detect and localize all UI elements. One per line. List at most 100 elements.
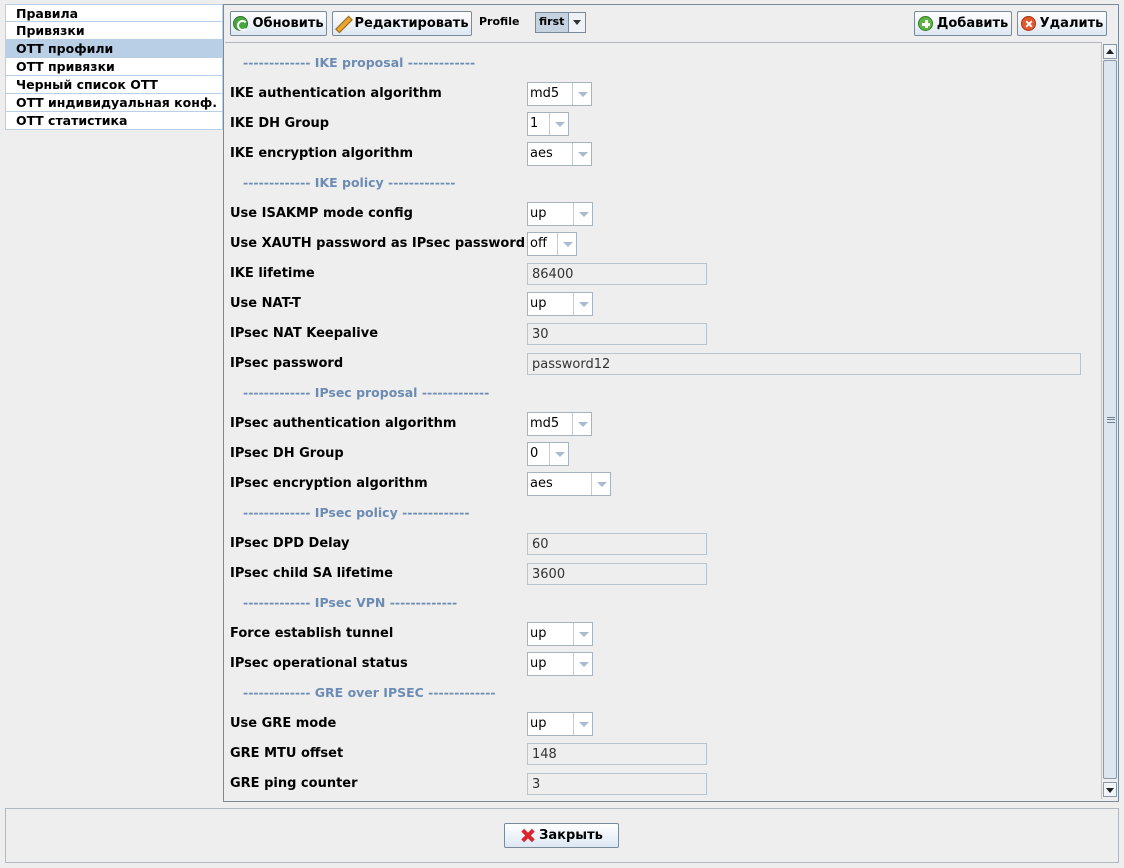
chevron-down-icon[interactable] xyxy=(557,233,576,255)
form-row-ike-dh: IKE DH Group 1 xyxy=(230,112,1090,136)
ike-enc-select[interactable]: aes xyxy=(527,142,592,166)
sidebar-item-ott-blacklist[interactable]: Черный список ОТТ xyxy=(5,76,223,94)
scroll-down-arrow-icon[interactable] xyxy=(1103,782,1117,797)
add-button-label: Добавить xyxy=(936,16,1009,31)
ipsec-auth-label: IPsec authentication algorithm xyxy=(230,416,457,431)
gre-mode-select[interactable]: up xyxy=(527,712,593,736)
section-header-ike-policy: ------------- IKE policy ------------- xyxy=(243,175,456,190)
force-tunnel-label: Force establish tunnel xyxy=(230,626,394,641)
chevron-down-icon[interactable] xyxy=(573,653,592,675)
toolbar: Обновить Редактировать Profile first Доб… xyxy=(224,5,1118,42)
gre-mtu-field[interactable]: 148 xyxy=(527,743,707,765)
gre-mode-label: Use GRE mode xyxy=(230,716,337,731)
ipsec-enc-label: IPsec encryption algorithm xyxy=(230,476,428,491)
gre-ping-field[interactable]: 3 xyxy=(527,773,707,795)
form-row-dpd-delay: IPsec DPD Delay 60 xyxy=(230,532,1090,556)
ipsec-password-label: IPsec password xyxy=(230,356,344,371)
delete-button[interactable]: Удалить xyxy=(1017,11,1107,36)
chevron-down-icon[interactable] xyxy=(573,293,592,315)
ipsec-dh-label: IPsec DH Group xyxy=(230,446,344,461)
form-row-child-sa: IPsec child SA lifetime 3600 xyxy=(230,562,1090,586)
chevron-down-icon[interactable] xyxy=(572,83,591,105)
chevron-down-icon[interactable] xyxy=(573,713,592,735)
main-panel: Обновить Редактировать Profile first Доб… xyxy=(223,4,1119,802)
sidebar-item-ott-bindings[interactable]: ОТТ привязки xyxy=(5,58,223,76)
child-sa-field[interactable]: 3600 xyxy=(527,563,707,585)
op-status-value: up xyxy=(530,656,547,671)
chevron-down-icon[interactable] xyxy=(572,143,591,165)
scrollbar-thumb[interactable] xyxy=(1103,60,1117,779)
form-row-gre-ping: GRE ping counter 3 xyxy=(230,772,1090,796)
chevron-down-icon[interactable] xyxy=(591,473,610,495)
form-row-nat-t: Use NAT-T up xyxy=(230,292,1090,316)
vertical-scrollbar[interactable] xyxy=(1101,42,1118,799)
isakmp-select[interactable]: up xyxy=(527,202,593,226)
delete-icon xyxy=(1020,16,1036,31)
sidebar-item-rules[interactable]: Правила xyxy=(5,4,223,22)
pencil-icon xyxy=(335,16,350,31)
scroll-up-arrow-icon[interactable] xyxy=(1103,44,1117,59)
edit-button[interactable]: Редактировать xyxy=(332,11,472,36)
form-row-op-status: IPsec operational status up xyxy=(230,652,1090,676)
chevron-down-icon[interactable] xyxy=(549,443,568,465)
form-row-ipsec-enc: IPsec encryption algorithm aes xyxy=(230,472,1090,496)
ipsec-enc-select[interactable]: aes xyxy=(527,472,611,496)
nat-keepalive-field[interactable]: 30 xyxy=(527,323,707,345)
ike-enc-value: aes xyxy=(530,146,553,161)
chevron-down-icon[interactable] xyxy=(572,413,591,435)
ike-dh-select[interactable]: 1 xyxy=(527,112,569,136)
ike-enc-label: IKE encryption algorithm xyxy=(230,146,414,161)
form-row-ipsec-dh: IPsec DH Group 0 xyxy=(230,442,1090,466)
isakmp-value: up xyxy=(530,206,547,221)
ipsec-dh-select[interactable]: 0 xyxy=(527,442,569,466)
dpd-delay-field[interactable]: 60 xyxy=(527,533,707,555)
profile-form: ------------- IKE proposal -------------… xyxy=(225,42,1101,799)
section-header-ipsec-vpn: ------------- IPsec VPN ------------- xyxy=(243,595,458,610)
chevron-down-icon[interactable] xyxy=(568,13,585,32)
ike-dh-label: IKE DH Group xyxy=(230,116,330,131)
isakmp-label: Use ISAKMP mode config xyxy=(230,206,413,221)
ipsec-auth-value: md5 xyxy=(530,416,560,431)
sidebar-item-ott-individual-config[interactable]: ОТТ индивидуальная конф. xyxy=(5,94,223,112)
profile-select-value: first xyxy=(539,15,565,28)
form-row-ike-enc: IKE encryption algorithm aes xyxy=(230,142,1090,166)
ipsec-enc-value: aes xyxy=(530,476,553,491)
ike-auth-value: md5 xyxy=(530,86,560,101)
form-row-ike-auth: IKE authentication algorithm md5 xyxy=(230,82,1090,106)
delete-button-label: Удалить xyxy=(1039,16,1104,31)
ike-dh-value: 1 xyxy=(530,116,539,131)
section-header-ipsec-proposal: ------------- IPsec proposal -----------… xyxy=(243,385,490,400)
force-tunnel-value: up xyxy=(530,626,547,641)
xauth-value: off xyxy=(530,236,547,251)
profile-select[interactable]: first xyxy=(535,12,586,33)
nat-t-value: up xyxy=(530,296,547,311)
form-row-gre-mtu: GRE MTU offset 148 xyxy=(230,742,1090,766)
sidebar-item-ott-statistics[interactable]: ОТТ статистика xyxy=(5,112,223,130)
footer-bar: Закрыть xyxy=(5,808,1119,863)
chevron-down-icon[interactable] xyxy=(573,203,592,225)
ike-lifetime-label: IKE lifetime xyxy=(230,266,315,281)
op-status-select[interactable]: up xyxy=(527,652,593,676)
chevron-down-icon[interactable] xyxy=(549,113,568,135)
form-row-nat-keepalive: IPsec NAT Keepalive 30 xyxy=(230,322,1090,346)
xauth-select[interactable]: off xyxy=(527,232,577,256)
refresh-button[interactable]: Обновить xyxy=(230,11,327,36)
nat-t-select[interactable]: up xyxy=(527,292,593,316)
close-button-label: Закрыть xyxy=(539,828,603,843)
section-header-ike-proposal: ------------- IKE proposal ------------- xyxy=(243,55,476,70)
ipsec-auth-select[interactable]: md5 xyxy=(527,412,592,436)
sidebar-item-bindings[interactable]: Привязки xyxy=(5,22,223,40)
gre-mode-value: up xyxy=(530,716,547,731)
force-tunnel-select[interactable]: up xyxy=(527,622,593,646)
gre-ping-label: GRE ping counter xyxy=(230,776,358,791)
form-row-gre-mode: Use GRE mode up xyxy=(230,712,1090,736)
ipsec-password-field[interactable]: password12 xyxy=(527,353,1081,375)
add-button[interactable]: Добавить xyxy=(914,11,1012,36)
ike-auth-select[interactable]: md5 xyxy=(527,82,592,106)
refresh-button-label: Обновить xyxy=(252,16,324,31)
sidebar-item-ott-profiles[interactable]: ОТТ профили xyxy=(5,40,223,58)
chevron-down-icon[interactable] xyxy=(573,623,592,645)
close-button[interactable]: Закрыть xyxy=(504,823,619,848)
ike-lifetime-field[interactable]: 86400 xyxy=(527,263,707,285)
form-row-ipsec-auth: IPsec authentication algorithm md5 xyxy=(230,412,1090,436)
